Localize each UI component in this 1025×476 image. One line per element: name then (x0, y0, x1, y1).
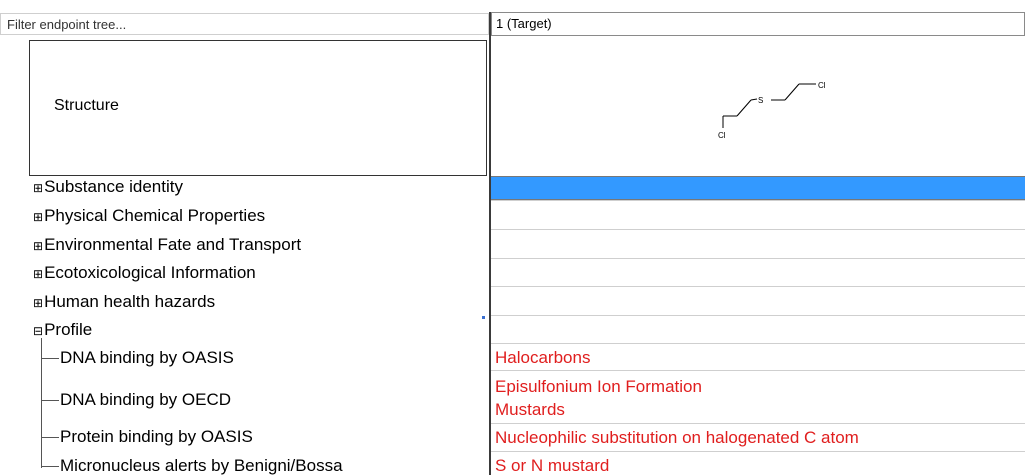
tree-connector (41, 400, 59, 401)
tree-item-environmental-fate-and-transport[interactable]: ⊞Environmental Fate and Transport (33, 235, 301, 256)
column-splitter[interactable] (489, 12, 491, 475)
tree-item-label: Ecotoxicological Information (44, 263, 256, 282)
expand-icon[interactable]: ⊞ (33, 210, 43, 224)
tree-item-label: Environmental Fate and Transport (44, 235, 302, 254)
tree-item-dna-binding-by-oasis[interactable]: DNA binding by OASIS (60, 348, 234, 368)
tree-item-label: Human health hazards (44, 292, 216, 311)
tree-item-human-health-hazards[interactable]: ⊞Human health hazards (33, 292, 215, 313)
tree-connector (41, 358, 59, 359)
chlorine-atom-label-bottom: Cl (718, 131, 726, 140)
expand-icon[interactable]: ⊞ (33, 296, 43, 310)
value-cell-dna-binding-by-oecd-line2: Mustards (495, 400, 565, 419)
row-divider (491, 258, 1025, 259)
value-cell-dna-binding-by-oasis: Halocarbons (495, 348, 591, 367)
column-header-target[interactable]: 1 (Target) (491, 12, 1025, 36)
tree-item-substance-identity[interactable]: ⊞Substance identity (33, 177, 183, 198)
tree-connector (41, 466, 59, 467)
value-cell-dna-binding-by-oecd-line1: Episulfonium Ion Formation (495, 377, 702, 396)
value-cell-micronucleus-alerts: S or N mustard (495, 456, 610, 475)
structure-label-cell: Structure (29, 40, 487, 176)
sulfur-atom-label: S (758, 96, 763, 105)
value-cell-protein-binding-by-oasis: Nucleophilic substitution on halogenated… (495, 428, 859, 447)
row-divider (491, 200, 1025, 201)
row-divider (491, 286, 1025, 287)
collapse-icon[interactable]: ⊟ (33, 324, 43, 338)
tree-item-label: Substance identity (44, 177, 183, 196)
tree-item-micronucleus-alerts-by-benigni-bossa[interactable]: Micronucleus alerts by Benigni/Bossa (60, 456, 343, 476)
tree-item-label: Profile (44, 320, 93, 339)
tree-item-protein-binding-by-oasis[interactable]: Protein binding by OASIS (60, 427, 253, 447)
tree-item-ecotoxicological-information[interactable]: ⊞Ecotoxicological Information (33, 263, 256, 284)
selected-row-substance-identity[interactable] (491, 176, 1025, 200)
row-divider (491, 229, 1025, 230)
row-divider (491, 451, 1025, 452)
tree-item-dna-binding-by-oecd[interactable]: DNA binding by OECD (60, 390, 231, 410)
chemical-structure-drawing: S Cl Cl (718, 81, 826, 140)
filter-endpoint-tree-input[interactable]: Filter endpoint tree... (0, 13, 489, 35)
row-divider (491, 315, 1025, 316)
chlorine-atom-label-top: Cl (818, 81, 826, 90)
expand-icon[interactable]: ⊞ (33, 267, 43, 281)
expand-icon[interactable]: ⊞ (33, 181, 43, 195)
structure-label: Structure (54, 97, 119, 114)
tree-item-physical-chemical-properties[interactable]: ⊞Physical Chemical Properties (33, 206, 265, 227)
row-divider (491, 423, 1025, 424)
tree-connector (41, 437, 59, 438)
row-divider (491, 343, 1025, 344)
expand-icon[interactable]: ⊞ (33, 239, 43, 253)
resize-marker (482, 316, 485, 319)
row-divider (491, 370, 1025, 371)
tree-item-label: Physical Chemical Properties (44, 206, 266, 225)
